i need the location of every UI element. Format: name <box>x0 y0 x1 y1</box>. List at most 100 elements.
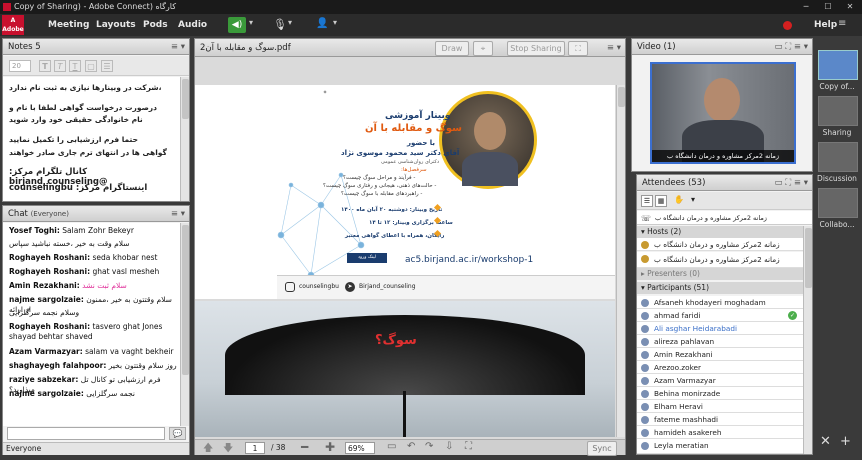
participant-row[interactable]: Ali asghar Heidarabadi <box>637 322 803 335</box>
agree-icon: ✓ <box>788 311 797 320</box>
menu-help[interactable]: Help <box>814 14 837 36</box>
notes-line: گواهی ها در انتهای ترم جاری صادر خواهند <box>9 148 167 157</box>
menu-layouts[interactable]: Layouts <box>96 14 136 36</box>
participants-header[interactable]: ▾ Participants (51) <box>637 282 803 294</box>
chat-input[interactable] <box>7 427 165 440</box>
chevron-down-icon[interactable]: ▾ <box>288 18 292 27</box>
zoom-out-icon[interactable]: ━ <box>301 440 308 454</box>
chat-message: وسلام نجمه سرگلزایی <box>9 308 80 317</box>
add-layout-icon[interactable]: + <box>840 434 851 449</box>
participant-row[interactable]: hamideh asakereh <box>637 426 803 439</box>
layout-copy-of-sharing[interactable] <box>818 50 858 80</box>
list-view-icon[interactable]: ☰ <box>641 195 653 207</box>
rotate-left-icon[interactable]: ↶ <box>407 441 415 452</box>
slide-page-2: سوگ؟ <box>195 301 615 437</box>
chat-message: Amin Rezakhani: سلام ثبت نشد <box>9 281 127 290</box>
pod-menu-icon[interactable]: ≡ ▾ <box>171 39 185 55</box>
slide-heading-2: سوگ و مقابله با آن <box>365 123 463 134</box>
stop-sharing-button[interactable]: Stop Sharing <box>507 41 565 56</box>
color-button[interactable]: ▢ <box>85 60 97 72</box>
share-pod: 2سوگ و مقابله با آن.pdf Draw ⌖ Stop Shar… <box>194 38 626 458</box>
participant-row[interactable]: Azam Varmazyar <box>637 374 803 387</box>
share-scrollbar[interactable] <box>616 85 625 437</box>
download-icon[interactable]: ⇩ <box>445 441 453 452</box>
pod-menu-icon[interactable]: ≡ ▾ <box>607 39 621 57</box>
slide-page-1: ◈ وبینار آموزشی سوگ و مقابله با آن با حض… <box>195 85 615 299</box>
menu-audio[interactable]: Audio <box>178 14 207 36</box>
participant-row[interactable]: Leyla meratian <box>637 439 803 454</box>
draw-button[interactable]: Draw <box>435 41 469 56</box>
hosts-header[interactable]: ▾ Hosts (2) <box>637 226 803 238</box>
fullscreen-icon[interactable]: ⛶ <box>568 41 588 56</box>
pod-menu-icon[interactable]: ≡ ▾ <box>171 206 185 222</box>
record-icon[interactable] <box>783 21 792 30</box>
prev-page-icon[interactable]: 🡅 <box>203 441 213 458</box>
minimize-icon[interactable]: ─ <box>796 0 816 14</box>
zoom-select[interactable]: 69% <box>345 442 375 454</box>
tools-icon[interactable]: ✕ <box>820 434 831 449</box>
chevron-down-icon[interactable]: ▾ <box>249 18 253 27</box>
notes-instagram: اینستاگرام مرکز: counselingbu <box>9 183 148 193</box>
breakout-view-icon[interactable]: ▦ <box>655 195 667 207</box>
page-input[interactable]: 1 <box>245 442 265 454</box>
status-icon[interactable]: 👤 <box>316 18 328 29</box>
notes-toolbar: 20 T T T ▢ ☰ <box>3 56 189 76</box>
slide-topic: - راهبردهای مقابله با سوگ چیست؟ <box>341 191 423 197</box>
sync-button[interactable]: Sync <box>587 441 617 456</box>
pod-menu-icon[interactable]: ▭ ⛶ ≡ ▾ <box>775 39 808 55</box>
font-size-select[interactable]: 20 <box>9 60 31 72</box>
menu-meeting[interactable]: Meeting <box>48 14 89 36</box>
microphone-icon[interactable]: 🎙 <box>273 18 287 31</box>
notes-scrollbar[interactable] <box>180 77 189 201</box>
status-icon[interactable]: ▾ <box>687 195 699 207</box>
raise-hand-icon[interactable]: ✋ <box>673 195 685 207</box>
participant-row[interactable]: fateme mashhadi <box>637 413 803 426</box>
pointer-icon[interactable]: ⌖ <box>473 41 493 56</box>
rotate-right-icon[interactable]: ↷ <box>425 441 433 452</box>
underline-button[interactable]: T <box>69 60 81 72</box>
next-page-icon[interactable]: 🡇 <box>223 441 233 458</box>
layout-discussion[interactable] <box>818 142 858 172</box>
menu-pods[interactable]: Pods <box>143 14 168 36</box>
notes-pod: Notes 5 ≡ ▾ 20 T T T ▢ ☰ ،شرکت در وبینار… <box>2 38 190 202</box>
speaker-icon[interactable]: ◀) <box>228 17 246 33</box>
slide-date: تاریخ وبینار: دوشنبه ۲۰ آبان ماه ۱۴۰۰ <box>341 207 443 213</box>
presenters-header[interactable]: ▸ Presenters (0) <box>637 268 803 280</box>
chat-recipient-select[interactable]: Everyone <box>3 442 189 455</box>
list-button[interactable]: ☰ <box>101 60 113 72</box>
my-status-row[interactable]: زمانه 2مرکز مشاوره و درمان دانشگاه ب <box>637 211 812 225</box>
share-navbar: 🡅 🡇 1 / 38 ━ ✚ 69% ▭ ↶ ↷ ⇩ ⛶ Sync <box>195 439 625 458</box>
maximize-icon[interactable]: ☐ <box>818 0 838 14</box>
italic-button[interactable]: T <box>54 60 66 72</box>
slide-topic: - حالت‌های ذهنی، هیجانی و رفتاری سوگ چیس… <box>323 183 437 189</box>
title-bar: Copy of Sharing) - Adobe Connect) کارگاه… <box>0 0 862 14</box>
fit-icon[interactable]: ▭ <box>387 441 396 452</box>
participant-row[interactable]: Afsaneh khodayeri moghadam <box>637 296 803 309</box>
fullscreen-icon[interactable]: ⛶ <box>465 441 472 452</box>
participant-row[interactable]: alireza pahlavan <box>637 335 803 348</box>
close-icon[interactable]: ✕ <box>840 0 860 14</box>
pod-menu-icon[interactable]: ▭ ⛶ ≡ ▾ <box>775 175 808 191</box>
notes-count: 5 <box>35 42 41 52</box>
layout-label: Copy of... <box>819 82 855 91</box>
participant-row[interactable]: Amin Rezakhani <box>637 348 803 361</box>
host-row[interactable]: زمانه 2مرکز مشاوره و درمان دانشگاه ب <box>637 238 803 251</box>
host-row[interactable]: زمانه 2مرکز مشاوره و درمان دانشگاه ب <box>637 252 803 268</box>
umbrella-handle <box>403 391 406 437</box>
chevron-down-icon[interactable]: ▾ <box>333 18 337 27</box>
participant-row[interactable]: Behina monirzade <box>637 387 803 400</box>
video-caption: زمانه 2مرکز مشاوره و درمان دانشگاه ب <box>652 150 794 162</box>
participant-row[interactable]: Arezoo.zoker <box>637 361 803 374</box>
layout-collaboration[interactable] <box>818 188 858 218</box>
layout-sharing[interactable] <box>818 96 858 126</box>
chat-scrollbar[interactable] <box>180 223 189 426</box>
participant-row[interactable]: Elham Heravi <box>637 400 803 413</box>
participant-row[interactable]: ahmad faridi ✓ <box>637 309 803 322</box>
zoom-in-icon[interactable]: ✚ <box>325 440 335 454</box>
slide-instagram: counselingbu <box>299 283 339 290</box>
bold-button[interactable]: T <box>39 60 51 72</box>
attendees-scrollbar[interactable] <box>803 226 812 454</box>
sign-icon[interactable]: ≡ <box>838 18 846 29</box>
notes-body[interactable]: ،شرکت در وبینارها نیازی به ثبت نام ندارد… <box>3 77 180 201</box>
send-icon[interactable]: 💬 <box>169 427 186 440</box>
